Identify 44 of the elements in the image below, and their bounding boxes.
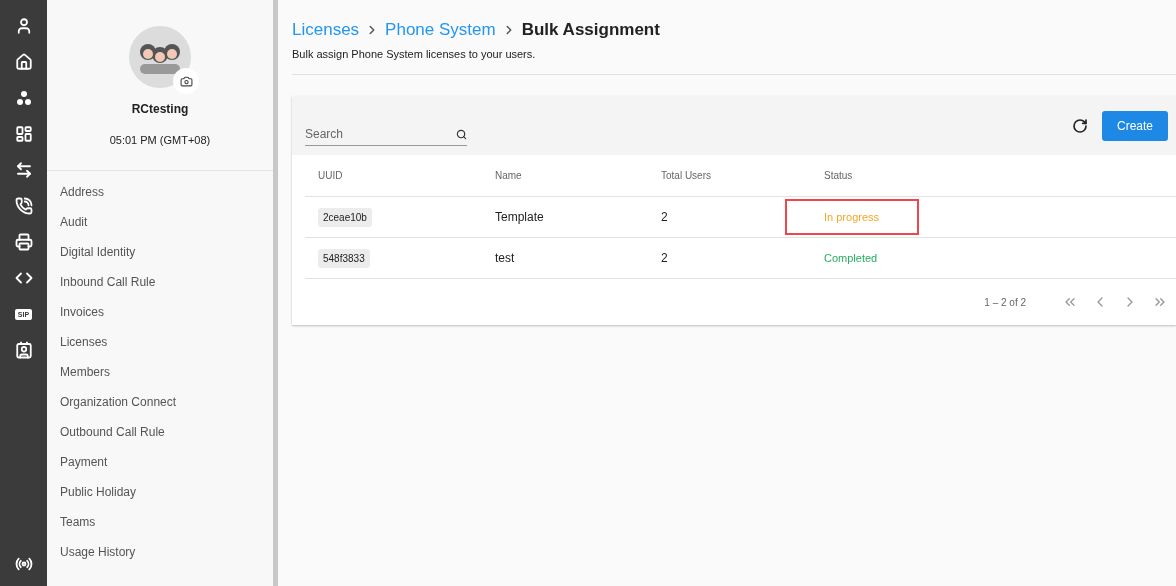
three-dots-icon[interactable]	[15, 90, 32, 106]
sidebar-item[interactable]: Licenses	[60, 333, 273, 352]
sidebar-item[interactable]: Organization Connect	[60, 393, 273, 412]
sidebar-item[interactable]: Address	[60, 183, 273, 202]
create-button[interactable]: Create	[1101, 110, 1168, 141]
broadcast-icon[interactable]	[14, 555, 33, 573]
table-cell: 2	[648, 238, 811, 279]
sidebar-item[interactable]: Audit	[60, 213, 273, 232]
sidebar-item[interactable]: Payment	[60, 453, 273, 472]
table-cell: Template	[482, 197, 648, 238]
column-header: Total Users	[648, 155, 811, 197]
uuid-tag: 548f3833	[318, 248, 370, 268]
search-icon[interactable]	[456, 128, 467, 140]
page-range: 1 – 2 of 2	[984, 296, 1026, 308]
status-text: Completed	[824, 252, 878, 264]
sidebar-item[interactable]: Members	[60, 363, 273, 382]
page-subtitle: Bulk assign Phone System licenses to your users.	[292, 48, 1176, 75]
search-field[interactable]: Search	[305, 123, 456, 145]
camera-button[interactable]	[173, 68, 199, 94]
sidebar-item[interactable]: Invoices	[60, 303, 273, 322]
dashboard-icon[interactable]	[14, 125, 33, 143]
profile-name: RCtesting	[131, 102, 189, 116]
sidebar-item[interactable]: Inbound Call Rule	[60, 273, 273, 292]
sidebar-item[interactable]: Public Holiday	[60, 483, 273, 502]
sidebar-item[interactable]: Outbound Call Rule	[60, 423, 273, 442]
contact-card-icon[interactable]	[14, 341, 33, 359]
column-header: Status	[811, 155, 1176, 197]
uuid-tag: 2ceae10b	[318, 207, 372, 227]
table-cell: test	[482, 238, 648, 279]
table-cell: 2	[648, 197, 811, 238]
home-icon[interactable]	[14, 53, 33, 71]
swap-arrows-icon[interactable]	[14, 161, 33, 179]
refresh-icon[interactable]	[1071, 117, 1088, 134]
sidebar-item[interactable]: Usage History	[60, 543, 273, 562]
status-text: In progress	[824, 211, 880, 223]
fax-icon[interactable]	[14, 233, 33, 251]
profile-time: 05:01 PM (GMT+08)	[109, 134, 211, 146]
sidebar-item[interactable]: Digital Identity	[60, 243, 273, 262]
camera-icon[interactable]	[179, 74, 193, 88]
page-title: Bulk Assignment	[521, 20, 660, 40]
sidebar-item[interactable]: Teams	[60, 513, 273, 532]
column-header: UUID	[305, 155, 482, 197]
column-header: Name	[482, 155, 648, 197]
phone-icon[interactable]	[14, 197, 33, 215]
